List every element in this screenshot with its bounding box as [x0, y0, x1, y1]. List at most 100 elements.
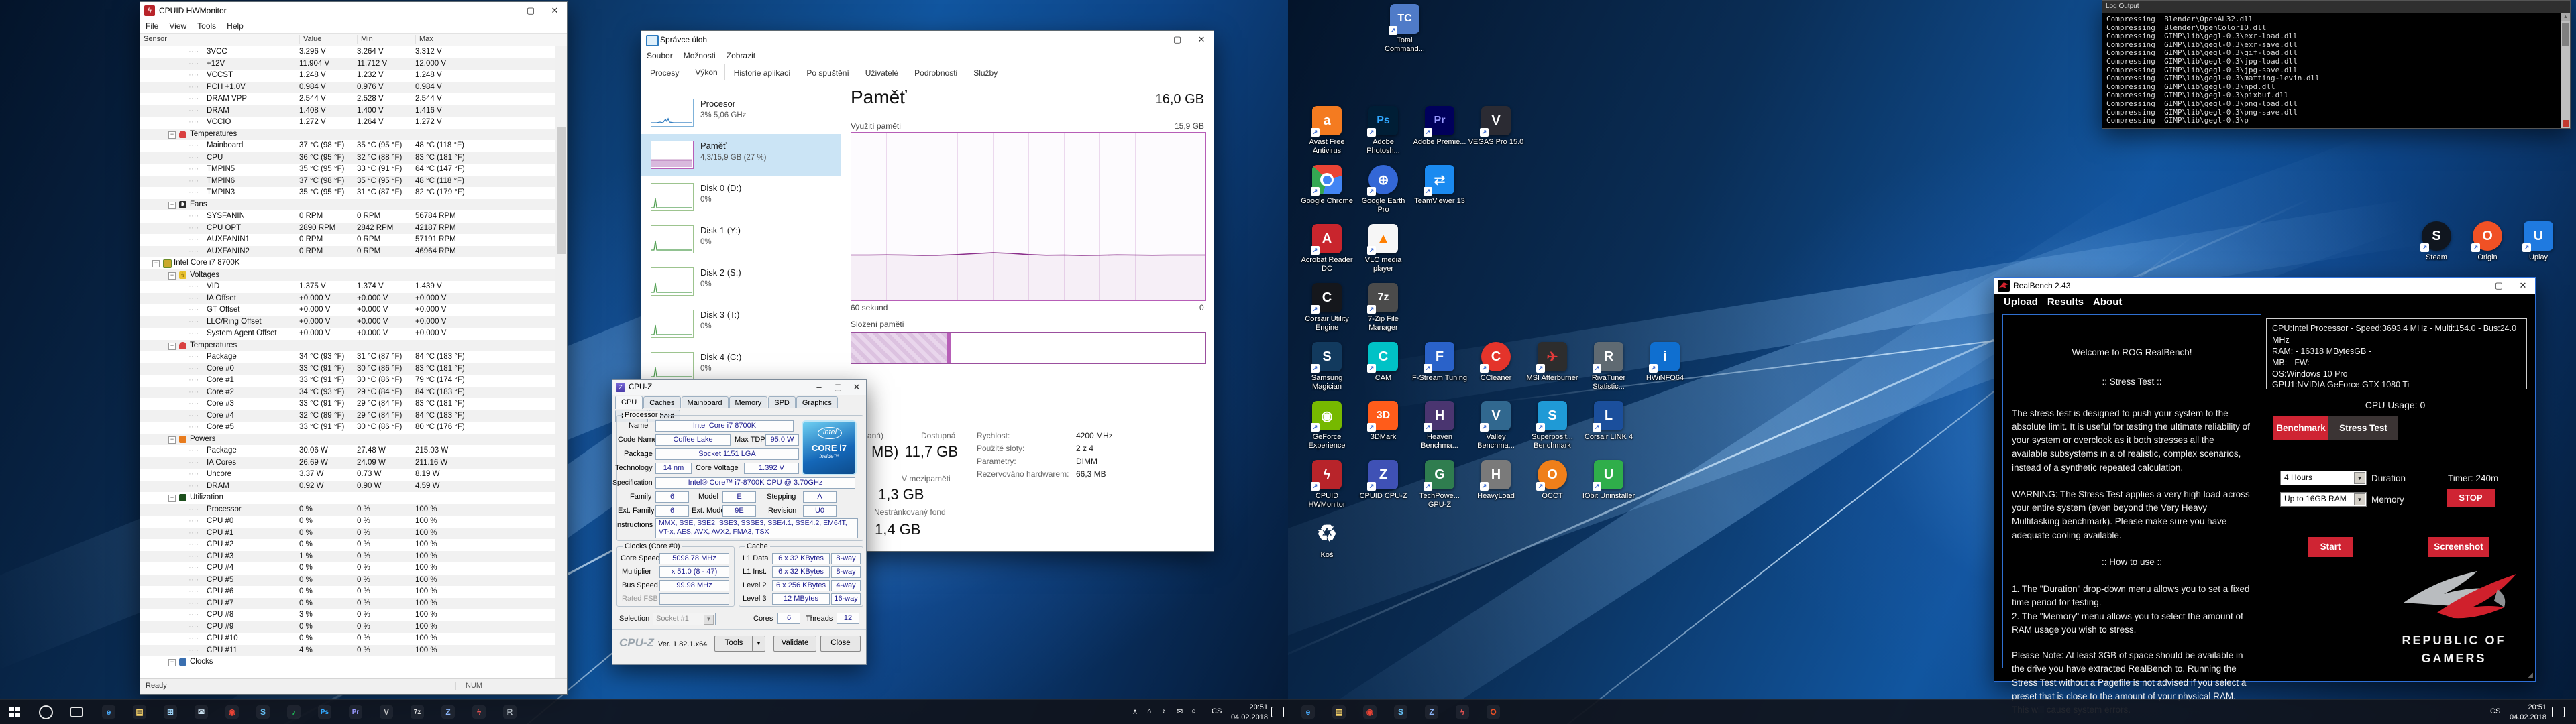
sidebar-item-disk-3[interactable]: Disk 1 (Y:)0%	[641, 219, 841, 261]
close-icon[interactable]: ✕	[847, 380, 866, 395]
desktop-icon-cam[interactable]: C↗CAM	[1355, 342, 1411, 383]
expander-icon[interactable]: −	[168, 495, 176, 502]
maximize-icon[interactable]: ▢	[1165, 31, 1189, 48]
taskbar-app-icon[interactable]: 7z	[402, 700, 432, 724]
tools-button[interactable]: Tools	[714, 636, 753, 652]
desktop-icon-msi-afterburner[interactable]: ✈↗MSI Afterburner	[1524, 342, 1580, 383]
sensor-row[interactable]: ····CPU #31 %0 %100 %	[140, 551, 555, 563]
tree-group-row[interactable]: −ϟVoltages	[140, 269, 555, 282]
expander-icon[interactable]: −	[168, 272, 176, 280]
minimize-icon[interactable]: –	[494, 2, 519, 19]
sensor-row[interactable]: ····CPU #70 %0 %100 %	[140, 598, 555, 610]
menu-help[interactable]: Help	[221, 20, 249, 32]
sensor-row[interactable]: ····Core #333 °C (91 °F)29 °C (84 °F)83 …	[140, 398, 555, 410]
taskbar-app-icon[interactable]: O	[1479, 700, 1508, 724]
sensor-row[interactable]: ····TMPIN535 °C (95 °F)33 °C (91 °F)64 °…	[140, 164, 555, 176]
tree-group-row[interactable]: −Temperatures	[140, 129, 555, 141]
minimize-icon[interactable]: –	[810, 380, 828, 395]
sensor-row[interactable]: ····PCH +1.0V0.984 V0.976 V0.984 V	[140, 82, 555, 94]
tray-icon[interactable]: ♪	[1162, 707, 1166, 715]
desktop-icon-heaven-benchma-[interactable]: H↗Heaven Benchma...	[1411, 401, 1468, 450]
expander-icon[interactable]: −	[152, 260, 160, 267]
column-header-value[interactable]: Value	[299, 35, 321, 44]
desktop-icon-corsair-utility-engine[interactable]: C↗Corsair Utility Engine	[1299, 283, 1355, 332]
sensor-row[interactable]: ····System Agent Offset+0.000 V+0.000 V+…	[140, 328, 555, 340]
tab-služby[interactable]: Služby	[966, 64, 1005, 81]
desktop-icon-occt[interactable]: O↗OCCT	[1524, 460, 1580, 501]
selection-dropdown[interactable]: Socket #1 ▼	[653, 613, 716, 625]
sensor-row[interactable]: ····CPU #20 %0 %100 %	[140, 539, 555, 551]
taskbar-app-icon[interactable]: ⊞	[156, 700, 185, 724]
menu-file[interactable]: File	[140, 20, 164, 32]
sensor-row[interactable]: ····Uncore3.37 W0.73 W8.19 W	[140, 469, 555, 481]
taskbar-app-icon[interactable]: Ps	[310, 700, 339, 724]
sensor-row[interactable]: ····TMPIN637 °C (98 °F)35 °C (95 °F)48 °…	[140, 176, 555, 188]
sensor-row[interactable]: ····CPU #50 %0 %100 %	[140, 575, 555, 587]
sensor-row[interactable]: ····IA Cores26.69 W24.09 W211.16 W	[140, 457, 555, 469]
screenshot-button[interactable]: Screenshot	[2428, 537, 2489, 557]
desktop-icon-superposit-benchmark[interactable]: S↗Superposit... Benchmark	[1524, 401, 1580, 450]
realbench-titlebar[interactable]: RealBench 2.43 – ▢ ✕	[1994, 278, 2535, 294]
minimize-icon[interactable]: –	[2463, 278, 2487, 294]
menu-soubor[interactable]: Soubor	[641, 50, 678, 62]
desktop-icon-samsung-magician[interactable]: S↗Samsung Magician	[1299, 342, 1355, 391]
taskbar-app-icon[interactable]: ▤	[125, 700, 154, 724]
desktop-icon-origin[interactable]: O↗Origin	[2459, 221, 2516, 262]
desktop-icon-cpuid-hwmonitor[interactable]: ϟ↗CPUID HWMonitor	[1299, 460, 1355, 509]
start-button[interactable]: Start	[2308, 537, 2353, 557]
tab-graphics[interactable]: Graphics	[796, 396, 838, 408]
sensor-row[interactable]: ····CPU36 °C (95 °F)32 °C (88 °F)83 °C (…	[140, 152, 555, 164]
tab-spd[interactable]: SPD	[768, 396, 796, 408]
menu-about[interactable]: About	[2093, 294, 2122, 311]
notification-center-icon-right[interactable]	[2552, 707, 2565, 717]
sensor-row[interactable]: ····Core #033 °C (91 °F)30 °C (86 °F)83 …	[140, 363, 555, 375]
sidebar-item-cpu[interactable]: Procesor3% 5,06 GHz	[641, 92, 841, 134]
desktop-icon-iobit-uninstaller[interactable]: U↗IObit Uninstaller	[1580, 460, 1637, 501]
desktop-icon-acrobat-reader-dc[interactable]: A↗Acrobat Reader DC	[1299, 224, 1355, 273]
desktop-icon-corsair-link-4[interactable]: L↗Corsair LINK 4	[1580, 401, 1637, 442]
language-indicator-right[interactable]: CS	[2490, 707, 2500, 715]
tray-icon[interactable]: ∧	[1132, 707, 1138, 716]
sensor-row[interactable]: ····3VCC3.296 V3.264 V3.312 V	[140, 46, 555, 58]
desktop-icon-techpowe-gpu-z[interactable]: G↗TechPowe... GPU-Z	[1411, 460, 1468, 509]
duration-select[interactable]: 4 Hours▼	[2280, 471, 2367, 485]
sensor-row[interactable]: ····CPU #00 %0 %100 %	[140, 516, 555, 528]
sidebar-item-disk-4[interactable]: Disk 2 (S:)0%	[641, 261, 841, 303]
sensor-row[interactable]: ····CPU #10 %0 %100 %	[140, 528, 555, 540]
desktop-icon-teamviewer-13[interactable]: ⇄↗TeamViewer 13	[1411, 165, 1468, 206]
tab-po-spuštění[interactable]: Po spuštění	[799, 64, 856, 81]
desktop-icon-vlc-media-player[interactable]: ▲↗VLC media player	[1355, 224, 1411, 273]
sensor-row[interactable]: ····Package34 °C (93 °F)31 °C (87 °F)84 …	[140, 351, 555, 363]
expander-icon[interactable]: −	[168, 343, 176, 350]
sensor-row[interactable]: ····IA Offset+0.000 V+0.000 V+0.000 V	[140, 293, 555, 305]
desktop-icon-cpuid-cpu-z[interactable]: Z↗CPUID CPU-Z	[1355, 460, 1411, 501]
sidebar-item-disk-2[interactable]: Disk 0 (D:)0%	[641, 176, 841, 219]
tab-výkon[interactable]: Výkon	[688, 64, 724, 82]
sensor-row[interactable]: ····CPU OPT2890 RPM2842 RPM42187 RPM	[140, 223, 555, 235]
menu-results[interactable]: Results	[2047, 294, 2084, 311]
taskbar-app-icon[interactable]: Z	[1417, 700, 1446, 724]
desktop-icon-hwinfo64[interactable]: i↗HWiNFO64	[1637, 342, 1693, 383]
cpuz-titlebar[interactable]: Z CPU-Z – ▢ ✕	[612, 380, 866, 395]
taskbar-app-icon[interactable]: ▤	[1324, 700, 1354, 724]
task-view-button[interactable]	[62, 700, 91, 724]
tab-podrobnosti[interactable]: Podrobnosti	[907, 64, 965, 81]
maximize-icon[interactable]: ▢	[2487, 278, 2511, 294]
tray-icon[interactable]: ○	[1191, 707, 1196, 715]
tab-memory[interactable]: Memory	[729, 396, 768, 408]
expander-icon[interactable]: −	[168, 131, 176, 139]
tray-icon[interactable]: ✉	[1177, 707, 1183, 716]
desktop-icon-google-earth-pro[interactable]: ⊕↗Google Earth Pro	[1355, 165, 1411, 214]
sensor-row[interactable]: ····CPU #100 %0 %100 %	[140, 633, 555, 645]
sensor-row[interactable]: ····Package30.06 W27.48 W215.03 W	[140, 445, 555, 457]
tab-procesy[interactable]: Procesy	[643, 64, 686, 81]
stress-test-tab-button[interactable]: Stress Test	[2328, 416, 2398, 440]
sensor-row[interactable]: ····Mainboard37 °C (98 °F)35 °C (95 °F)4…	[140, 140, 555, 152]
taskbar-app-icon[interactable]: ◉	[217, 700, 247, 724]
taskbar-app-icon[interactable]: V	[372, 700, 401, 724]
log-scrollbar[interactable]: ▲	[2561, 13, 2570, 128]
notification-center-icon[interactable]	[1271, 707, 1284, 717]
column-header-sensor[interactable]: Sensor	[140, 35, 167, 44]
tab-mainboard[interactable]: Mainboard	[682, 396, 729, 408]
tray-icon[interactable]: ⌂	[1147, 707, 1152, 715]
